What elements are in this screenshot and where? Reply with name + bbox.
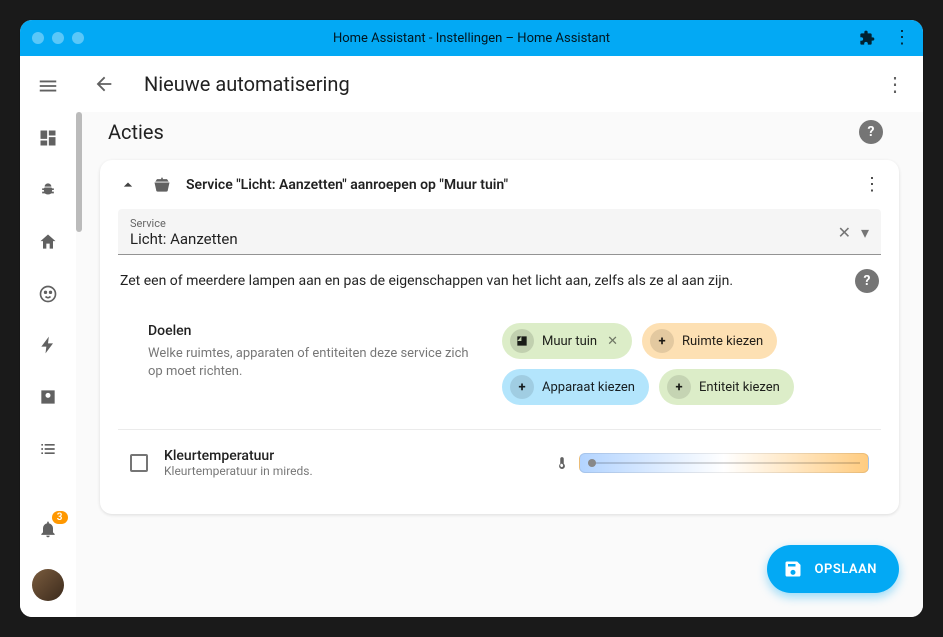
browser-menu-icon[interactable]: ⋮ [893,29,911,47]
list-icon[interactable] [36,437,60,461]
account-box-icon[interactable] [36,385,60,409]
service-field-label: Service [130,217,838,230]
action-title: Service "Licht: Aanzetten" aanroepen op … [186,177,849,193]
chip-label: Entiteit kiezen [699,380,780,395]
energy-icon[interactable] [36,334,60,358]
service-field-value: Licht: Aanzetten [130,230,838,248]
chip-label: Muur tuin [542,334,597,349]
sidebar-rail: 3 [20,56,76,617]
maximize-dot[interactable] [72,32,84,44]
chip-add-area[interactable]: + Ruimte kiezen [642,323,777,359]
prop-title: Kleurtemperatuur [164,448,313,464]
chip-remove-icon[interactable]: ✕ [607,334,618,349]
prop-subtitle: Kleurtemperatuur in mireds. [164,464,313,478]
help-icon[interactable]: ? [859,120,883,144]
chip-add-entity[interactable]: + Entiteit kiezen [659,369,794,405]
plus-icon: + [667,375,691,399]
targets-title: Doelen [148,323,478,339]
appbar: Nieuwe automatisering ⋮ [76,56,923,112]
window-title: Home Assistant - Instellingen – Home Ass… [20,31,923,46]
service-help-icon[interactable]: ? [855,269,879,293]
color-temp-slider[interactable] [579,453,869,473]
plus-icon: + [510,375,534,399]
section-title: Acties [108,120,164,144]
close-dot[interactable] [32,32,44,44]
page-title: Nieuwe automatisering [144,72,350,96]
action-menu-button[interactable]: ⋮ [863,174,881,195]
chip-add-device[interactable]: + Apparaat kiezen [502,369,649,405]
service-description: Zet een of meerdere lampen aan en pas de… [120,273,843,289]
clear-icon[interactable]: ✕ [838,223,851,242]
thermometer-icon [555,453,569,473]
save-icon [783,559,803,579]
bug-icon[interactable] [36,178,60,202]
targets-subtitle: Welke ruimtes, apparaten of entiteiten d… [148,345,478,381]
save-button[interactable]: OPSLAAN [767,545,899,593]
face-icon[interactable] [36,282,60,306]
service-select[interactable]: Service Licht: Aanzetten ✕ ▾ [118,209,881,255]
notification-badge: 3 [52,511,68,524]
plus-icon: + [650,329,674,353]
avatar[interactable] [32,569,64,601]
minimize-dot[interactable] [52,32,64,44]
notifications-icon[interactable]: 3 [36,517,60,541]
home-icon[interactable] [36,230,60,254]
titlebar: Home Assistant - Instellingen – Home Ass… [20,20,923,56]
chip-area-selected[interactable]: Muur tuin ✕ [502,323,632,359]
slider-thumb[interactable] [588,459,596,467]
scrollbar-thumb[interactable] [76,112,82,232]
color-temp-checkbox[interactable] [130,454,148,472]
content-scroll[interactable]: Acties ? Service "Licht: Aanzetten" aanr… [76,112,923,617]
dashboard-icon[interactable] [36,126,60,150]
extension-icon[interactable] [859,30,875,46]
floorplan-icon [510,329,534,353]
chip-label: Apparaat kiezen [542,380,635,395]
menu-icon[interactable] [36,74,60,98]
app-window: Home Assistant - Instellingen – Home Ass… [20,20,923,617]
collapse-button[interactable] [118,175,138,195]
page-menu-button[interactable]: ⋮ [875,64,915,104]
service-type-icon [152,175,172,195]
save-label: OPSLAAN [815,562,877,577]
dropdown-icon[interactable]: ▾ [861,223,869,242]
back-button[interactable] [84,64,124,104]
chip-label: Ruimte kiezen [682,334,763,349]
traffic-lights[interactable] [32,32,84,44]
action-card: Service "Licht: Aanzetten" aanroepen op … [100,160,899,514]
